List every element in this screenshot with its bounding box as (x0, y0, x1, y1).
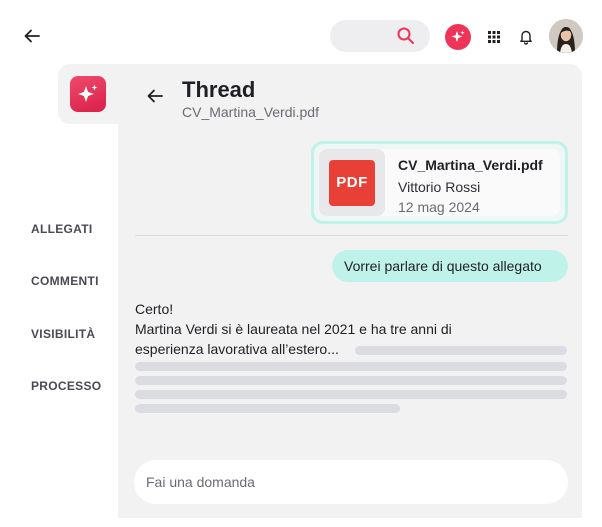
bell-icon[interactable] (518, 28, 534, 46)
sidebar-item-allegati[interactable]: ALLEGATI (31, 222, 93, 236)
back-arrow-icon[interactable] (22, 26, 42, 46)
thread-back-icon[interactable] (145, 86, 165, 106)
sidebar-item-commenti[interactable]: COMMENTI (31, 274, 99, 288)
attachment-card-inner: PDF CV_Martina_Verdi.pdf Vittorio Rossi … (319, 149, 560, 216)
user-avatar-icon (549, 19, 583, 53)
page-title: Thread (182, 77, 256, 102)
search-icon[interactable] (396, 26, 416, 46)
attachment-author: Vittorio Rossi (398, 179, 481, 195)
attachment-date: 12 mag 2024 (398, 199, 480, 215)
user-message-bubble: Vorrei parlare di questo allegato (332, 250, 568, 282)
sidebar-item-processo[interactable]: PROCESSO (31, 379, 101, 393)
search-box[interactable] (330, 20, 430, 52)
sparkle-icon (78, 84, 98, 102)
ai-assistant-button[interactable] (445, 24, 471, 50)
loading-placeholder-line (135, 376, 567, 385)
loading-placeholder-line (355, 346, 567, 355)
pdf-thumbnail: PDF (319, 149, 385, 216)
grid-icon[interactable] (486, 29, 502, 45)
divider (135, 235, 568, 236)
page-subtitle: CV_Martina_Verdi.pdf (182, 104, 319, 120)
reply-line-greeting: Certo! (135, 301, 174, 317)
avatar[interactable] (549, 19, 583, 53)
thread-panel (118, 64, 582, 518)
loading-placeholder-line (135, 390, 567, 399)
question-input[interactable] (134, 460, 568, 504)
loading-placeholder-line (135, 362, 567, 371)
attachment-name: CV_Martina_Verdi.pdf (398, 157, 543, 173)
pdf-icon: PDF (329, 159, 375, 206)
sparkle-icon (451, 30, 465, 42)
app-logo[interactable] (70, 76, 106, 112)
loading-placeholder-line (135, 404, 400, 413)
attachment-card[interactable]: PDF CV_Martina_Verdi.pdf Vittorio Rossi … (311, 141, 568, 224)
app-page: ALLEGATI COMMENTI VISIBILITÀ PROCESSO Th… (0, 0, 602, 527)
sidebar-item-visibilita[interactable]: VISIBILITÀ (31, 327, 95, 341)
